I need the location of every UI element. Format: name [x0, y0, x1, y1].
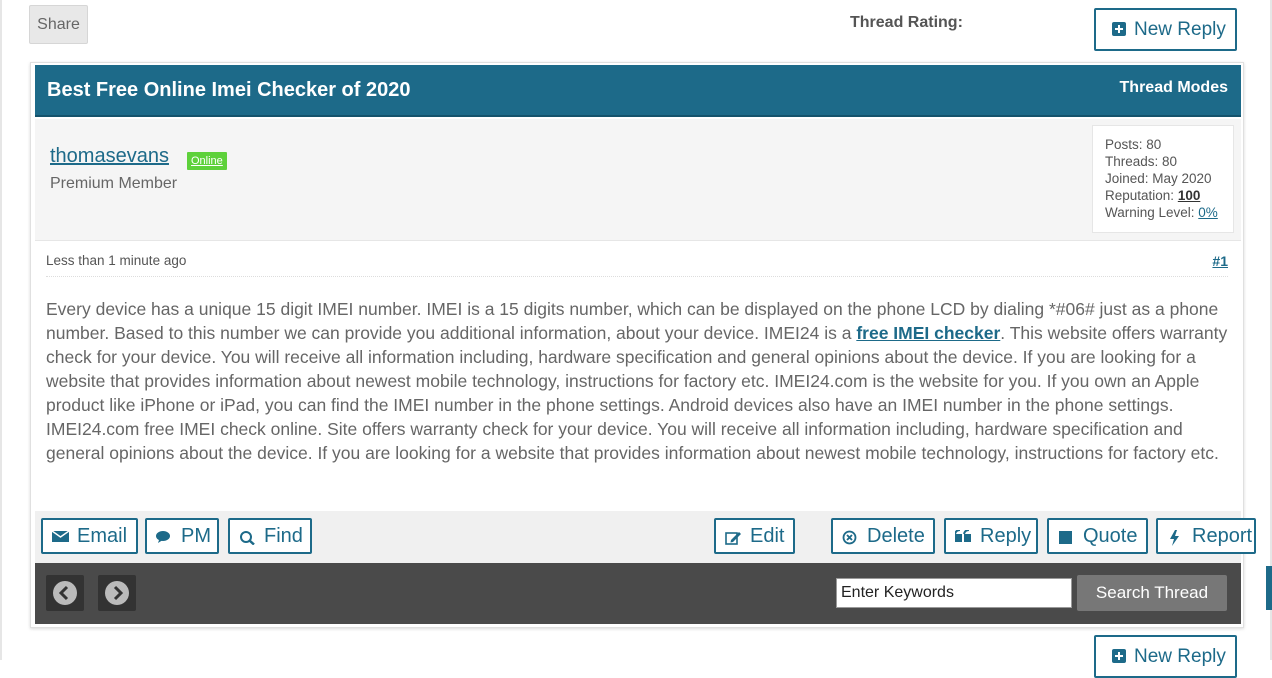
reputation-label: Reputation: [1105, 188, 1178, 203]
delete-label: Delete [867, 525, 925, 547]
thread-title: Best Free Online Imei Checker of 2020 [47, 79, 411, 101]
bolt-icon [1167, 530, 1184, 546]
author-stats: Posts: 80 Threads: 80 Joined: May 2020 R… [1092, 125, 1234, 233]
page-left-edge [0, 0, 2, 660]
search-thread-input[interactable] [836, 578, 1072, 608]
edit-label: Edit [750, 525, 785, 547]
next-thread-button[interactable] [98, 575, 136, 611]
author-posts-count: Posts: 80 [1105, 137, 1162, 152]
square-icon [1058, 530, 1075, 544]
plus-square-icon [1112, 22, 1126, 36]
reply-label: Reply [980, 525, 1032, 547]
thread-navigation-bar: Search Thread [35, 563, 1241, 624]
online-status-badge: Online [187, 152, 227, 170]
reply-button[interactable]: Reply [944, 518, 1038, 554]
find-button[interactable]: Find [228, 518, 312, 554]
quote-button[interactable]: Quote [1047, 518, 1148, 554]
new-reply-button-top[interactable]: New Reply [1094, 8, 1237, 51]
comments-icon [156, 530, 173, 543]
warning-label: Warning Level: [1105, 205, 1199, 220]
post-body: Every device has a unique 15 digit IMEI … [46, 297, 1228, 483]
report-button[interactable]: Report [1156, 518, 1256, 554]
author-reputation: Reputation: 100 [1105, 187, 1221, 204]
post-timestamp: Less than 1 minute ago [46, 253, 187, 268]
thread-header: Best Free Online Imei Checker of 2020 Th… [35, 65, 1241, 117]
report-label: Report [1192, 525, 1253, 547]
search-icon [239, 530, 256, 546]
thread-rating-label: Thread Rating: [850, 14, 963, 31]
find-label: Find [264, 525, 303, 547]
author-threads-count: Threads: 80 [1105, 154, 1178, 169]
pm-button[interactable]: PM [145, 518, 219, 554]
author-warning-level: Warning Level: 0% [1105, 204, 1221, 221]
delete-circle-icon [842, 530, 859, 545]
new-reply-label: New Reply [1134, 19, 1226, 40]
author-usertitle: Premium Member [50, 175, 178, 192]
new-reply-label: New Reply [1134, 646, 1226, 667]
envelope-icon [51, 530, 70, 543]
post-body-text-2: . This website offers warranty check for… [46, 323, 1228, 463]
edit-icon [725, 530, 742, 545]
new-reply-button-bottom[interactable]: New Reply [1094, 635, 1237, 678]
author-username-link[interactable]: thomasevans [50, 145, 169, 168]
chevron-right-icon [105, 581, 129, 605]
previous-thread-button[interactable] [46, 575, 84, 611]
email-button[interactable]: Email [41, 518, 138, 554]
pm-label: PM [181, 525, 211, 547]
quote-label: Quote [1083, 525, 1138, 547]
post-meta: Less than 1 minute ago #1 [46, 251, 1228, 277]
author-joined-date: Joined: May 2020 [1105, 171, 1212, 186]
reputation-value-link[interactable]: 100 [1178, 188, 1201, 203]
email-label: Email [77, 525, 128, 547]
thread-post-container: Best Free Online Imei Checker of 2020 Th… [30, 62, 1256, 628]
delete-button[interactable]: Delete [831, 518, 935, 554]
share-button[interactable]: Share [29, 5, 88, 44]
quote-marks-icon [954, 529, 972, 543]
chevron-left-icon [53, 581, 77, 605]
search-thread-button[interactable]: Search Thread [1077, 575, 1227, 611]
side-feedback-tab[interactable] [1266, 566, 1272, 610]
post-action-bar: Email PM Find Edit Delete Reply Quote Re… [35, 511, 1256, 563]
warning-value-link[interactable]: 0% [1198, 205, 1218, 220]
edit-button[interactable]: Edit [714, 518, 795, 554]
post-number-link[interactable]: #1 [1212, 253, 1228, 269]
plus-square-icon [1112, 649, 1126, 663]
free-imei-checker-link[interactable]: free IMEI checker [856, 323, 1000, 343]
thread-modes-link[interactable]: Thread Modes [1120, 79, 1228, 97]
post-author-panel: thomasevans Online Premium Member Posts:… [35, 119, 1241, 241]
